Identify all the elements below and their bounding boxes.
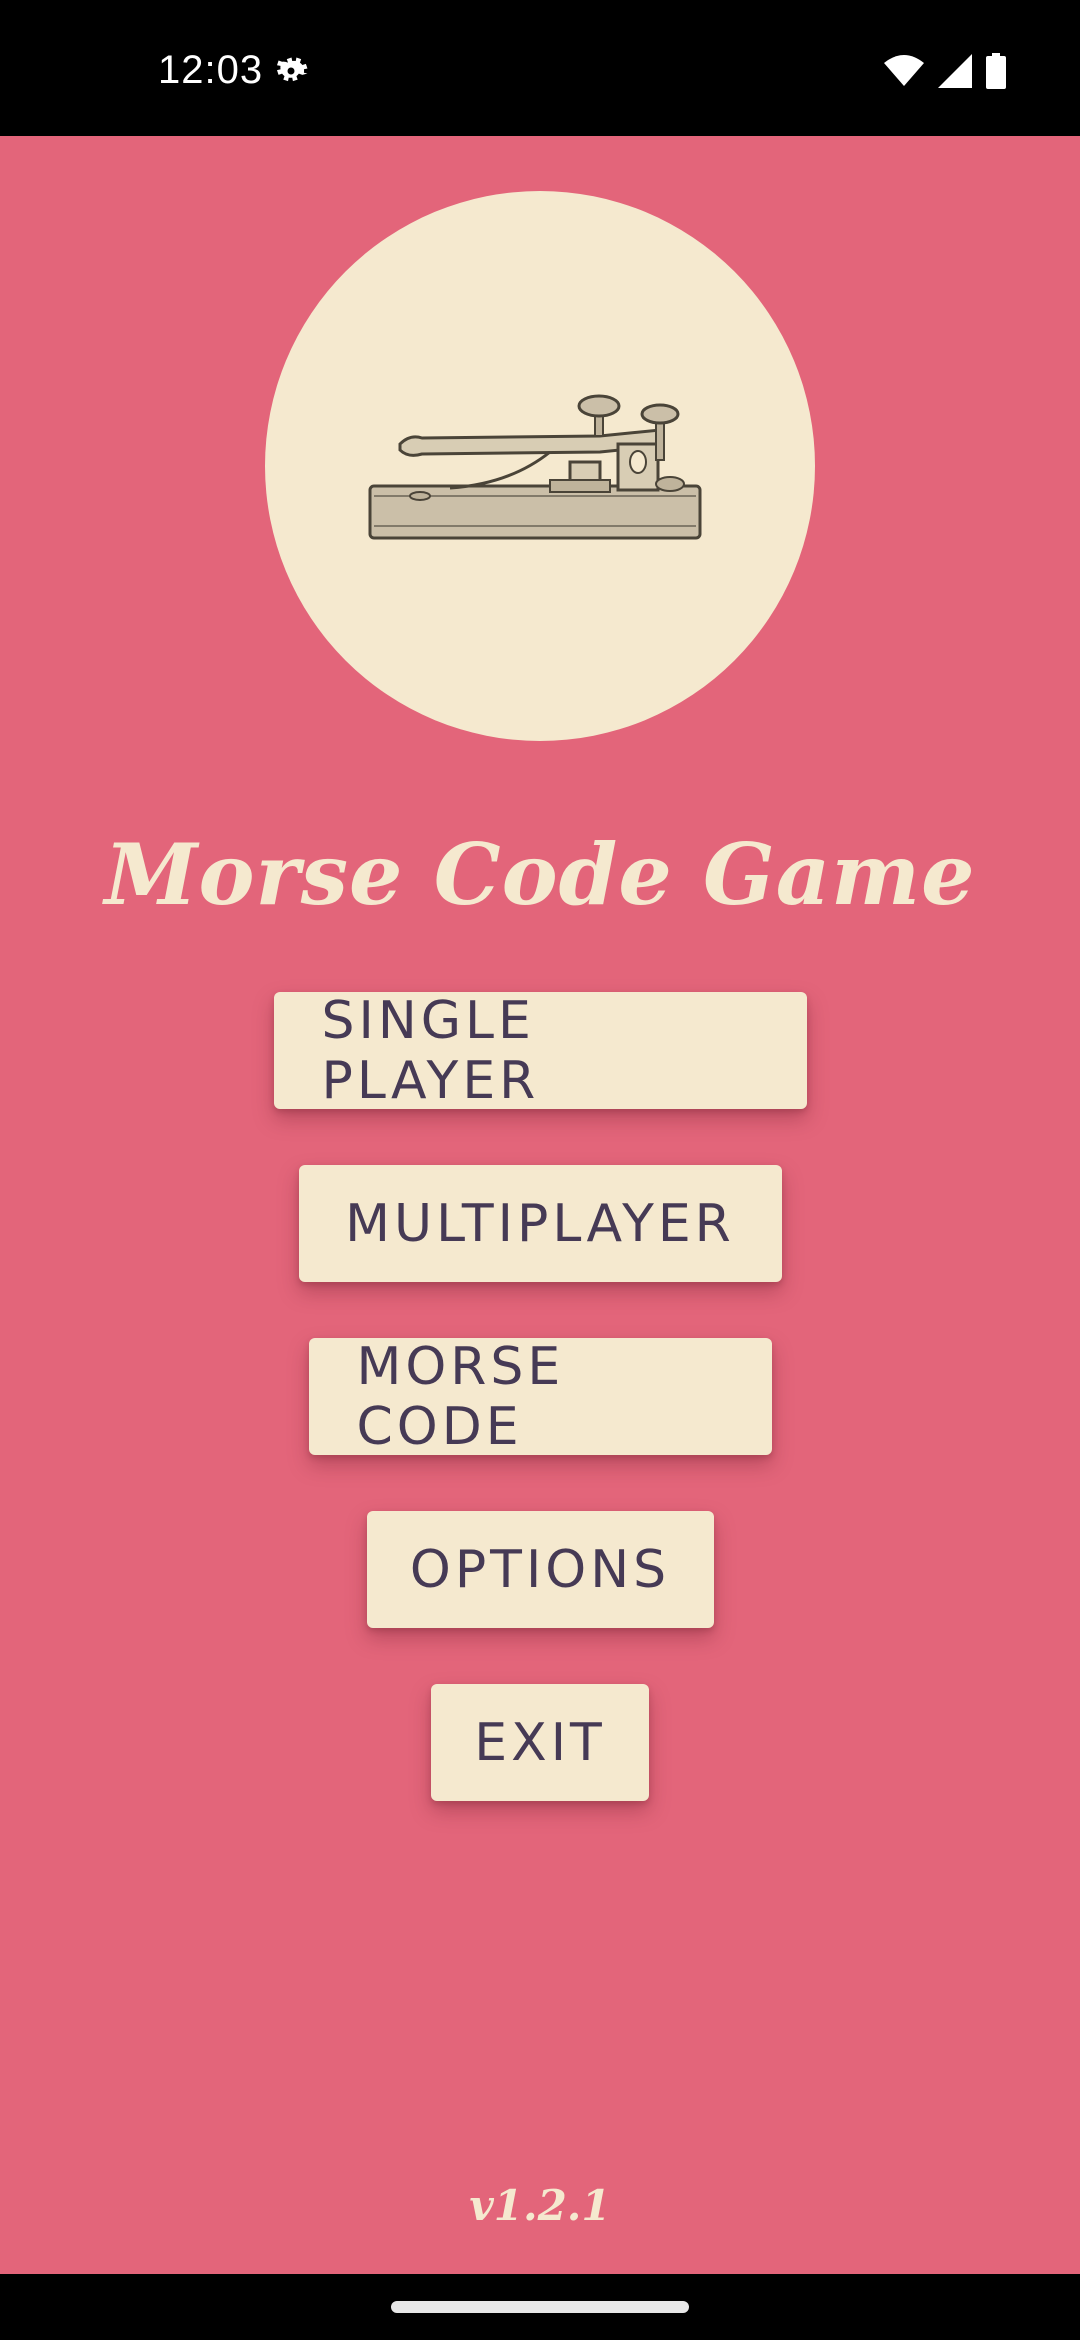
navigation-bar [0,2274,1080,2340]
main-menu: SINGLE PLAYER MULTIPLAYER MORSE CODE OPT… [0,991,1080,1857]
settings-gear-icon [277,57,308,82]
status-time: 12:03 [158,48,264,92]
single-player-button[interactable]: SINGLE PLAYER [273,991,807,1111]
morse-code-button[interactable]: MORSE CODE [308,1337,772,1457]
app-title: Morse Code Game [104,825,976,924]
options-button[interactable]: OPTIONS [366,1511,714,1628]
hero-circle [265,191,815,741]
version-label: v1.2.1 [469,2181,611,2230]
cellular-signal-icon [938,54,972,88]
exit-button[interactable]: EXIT [431,1684,649,1801]
status-icons [884,50,1006,92]
status-bar: 12:03 [0,0,1080,136]
home-gesture-handle[interactable] [391,2301,689,2313]
telegraph-key-icon [368,394,702,540]
app-screen: Morse Code Game SINGLE PLAYER MULTIPLAYE… [0,136,1080,2274]
multiplayer-button[interactable]: MULTIPLAYER [298,1165,782,1282]
battery-icon [986,53,1006,89]
wifi-icon [884,55,924,86]
